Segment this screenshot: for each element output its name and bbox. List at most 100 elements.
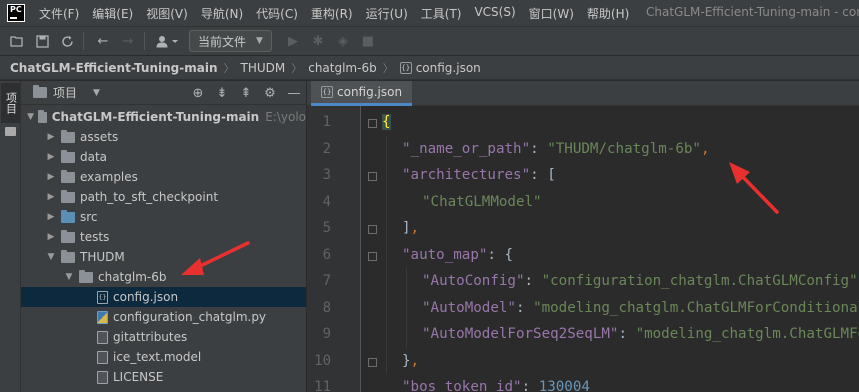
project-tool-tab[interactable]: 项目: [1, 83, 20, 123]
code-line: "_name_or_path": "THUDM/chatglm-6b",: [402, 136, 710, 162]
project-panel: 项目 ▼ ⊕ ⇟ ⇞ ⚙ — ▼ ChatGLM-Efficient-Tunin…: [21, 81, 307, 392]
tree-folder[interactable]: ▶ path_to_sft_checkpoint: [21, 187, 306, 207]
line-number: 9: [322, 326, 331, 342]
tree-folder[interactable]: ▼ chatglm-6b: [21, 267, 306, 287]
breadcrumb-item[interactable]: ChatGLM-Efficient-Tuning-main: [10, 61, 217, 75]
run-config-dropdown[interactable]: 当前文件 ▼: [189, 30, 272, 52]
chevron-right-icon[interactable]: ▶: [45, 132, 57, 142]
folder-icon: [61, 169, 75, 183]
folder-icon: [5, 127, 16, 136]
tree-item-label: gitattributes: [113, 330, 188, 344]
line-number: 3: [322, 167, 331, 183]
arrow-left-icon[interactable]: ←: [92, 30, 114, 52]
tree-file[interactable]: configuration_chatglm.py: [21, 307, 306, 327]
code-line: "AutoModel": "modeling_chatglm.ChatGLMFo…: [422, 295, 859, 321]
tree-file[interactable]: LICENSE: [21, 367, 306, 387]
menu-item[interactable]: 文件(F): [33, 5, 86, 22]
tree-folder[interactable]: ▶ assets: [21, 127, 306, 147]
tree-folder[interactable]: ▶ tests: [21, 227, 306, 247]
code-token: "bos_token_id": [402, 379, 522, 392]
code-token: "configuration_chatglm.ChatGLMConfig": [541, 273, 858, 289]
chevron-right-icon[interactable]: ▶: [45, 192, 57, 202]
code-token: ,: [410, 352, 420, 369]
code-line: ],: [402, 215, 419, 241]
gear-icon[interactable]: ⚙: [258, 86, 282, 101]
menu-item[interactable]: 导航(N): [195, 5, 250, 22]
sync-icon[interactable]: [56, 30, 78, 52]
debug-icon[interactable]: ✱: [307, 30, 329, 52]
folder-icon: [61, 149, 75, 163]
breadcrumb-item[interactable]: THUDM: [240, 61, 285, 75]
code-token: "AutoModelForSeq2SeqLM": [422, 326, 619, 342]
tree-file[interactable]: ice_text.model: [21, 347, 306, 367]
menu-item[interactable]: 运行(U): [360, 5, 415, 22]
tree-folder[interactable]: ▶ src: [21, 207, 306, 227]
chevron-right-icon[interactable]: ▶: [45, 212, 57, 222]
code-token: "architectures": [402, 167, 531, 183]
json-file-icon: {}: [97, 290, 108, 304]
code-token: "THUDM/chatglm-6b": [547, 140, 701, 157]
indent-guide: [406, 268, 407, 348]
tree-item-label: config.json: [113, 290, 179, 304]
menu-item[interactable]: 窗口(W): [523, 5, 581, 22]
tree-folder[interactable]: ▶ examples: [21, 167, 306, 187]
folder-icon: [61, 189, 75, 203]
menu-item[interactable]: 重构(R): [305, 5, 360, 22]
run-icon[interactable]: ▶: [282, 30, 304, 52]
code-token: ]: [402, 220, 411, 236]
chevron-down-icon[interactable]: ▼: [45, 252, 57, 262]
minimize-icon[interactable]: —: [282, 86, 306, 101]
tree-folder[interactable]: ▼ THUDM: [21, 247, 306, 267]
tree-item-label: chatglm-6b: [98, 270, 167, 284]
folder-open-icon[interactable]: [6, 30, 28, 52]
chevron-right-icon[interactable]: ▶: [45, 232, 57, 242]
line-number: 1: [322, 114, 331, 130]
menu-item[interactable]: 代码(C): [250, 5, 305, 22]
collapse-all-icon[interactable]: ⇞: [234, 86, 258, 101]
app-logo-icon[interactable]: PC: [7, 4, 25, 22]
arrow-right-icon[interactable]: →: [117, 30, 139, 52]
line-number: 6: [322, 246, 331, 263]
expand-all-icon[interactable]: ⇟: [210, 86, 234, 101]
project-panel-actions: ⊕ ⇟ ⇞ ⚙ —: [186, 81, 306, 105]
menu-item[interactable]: 帮助(H): [581, 5, 636, 22]
menu-bar: PC 文件(F) 编辑(E) 视图(V) 导航(N) 代码(C) 重构(R) 运行(U) 工具…: [0, 0, 859, 26]
stop-icon[interactable]: ■: [357, 30, 379, 52]
menu-item[interactable]: 视图(V): [140, 5, 195, 22]
chevron-down-icon[interactable]: ▼: [63, 272, 75, 282]
folder-icon: [33, 85, 47, 98]
editor-tab-config-json[interactable]: {} config.json: [311, 81, 413, 106]
chevron-down-icon[interactable]: ▼: [27, 112, 34, 122]
coverage-icon[interactable]: ◈: [332, 30, 354, 52]
tree-file[interactable]: gitattributes: [21, 327, 306, 347]
menu-items: 文件(F) 编辑(E) 视图(V) 导航(N) 代码(C) 重构(R) 运行(U) 工具(T)…: [33, 5, 636, 22]
tree-file[interactable]: {} config.json: [21, 287, 306, 307]
locate-icon[interactable]: ⊕: [186, 86, 210, 101]
code-area[interactable]: {"_name_or_path": "THUDM/chatglm-6b", "ar…: [362, 106, 859, 392]
folder-icon: [79, 269, 93, 283]
left-tool-strip: 项目: [0, 81, 21, 392]
code-token: "AutoModel": [422, 299, 516, 316]
project-tree: ▼ ChatGLM-Efficient-Tuning-main E:\yolo …: [21, 105, 306, 387]
chevron-right-icon[interactable]: ▶: [45, 172, 57, 182]
save-icon[interactable]: [31, 30, 53, 52]
breadcrumb: ChatGLM-Efficient-Tuning-main 〉 THUDM 〉 …: [0, 56, 859, 80]
user-icon[interactable]: [153, 30, 183, 52]
chevron-right-icon[interactable]: ▶: [45, 152, 57, 162]
breadcrumb-item[interactable]: config.json: [416, 61, 481, 75]
code-token: :: [515, 299, 534, 316]
tree-root-path: E:\yolo: [265, 110, 306, 124]
line-number: 10: [314, 352, 331, 369]
code-token: :: [530, 140, 548, 157]
line-number: 11: [314, 379, 331, 392]
chevron-down-icon[interactable]: ▼: [93, 88, 100, 98]
tree-folder[interactable]: ▶ data: [21, 147, 306, 167]
code-token: "ChatGLMModel": [422, 193, 542, 210]
breadcrumb-item[interactable]: chatglm-6b: [308, 61, 376, 75]
menu-item[interactable]: 编辑(E): [86, 5, 140, 22]
tree-root[interactable]: ▼ ChatGLM-Efficient-Tuning-main E:\yolo: [21, 107, 306, 127]
project-panel-title[interactable]: 项目: [53, 84, 77, 101]
code-line: "auto_map": {: [402, 242, 513, 268]
menu-item[interactable]: 工具(T): [415, 5, 469, 22]
menu-item[interactable]: VCS(S): [468, 5, 522, 22]
